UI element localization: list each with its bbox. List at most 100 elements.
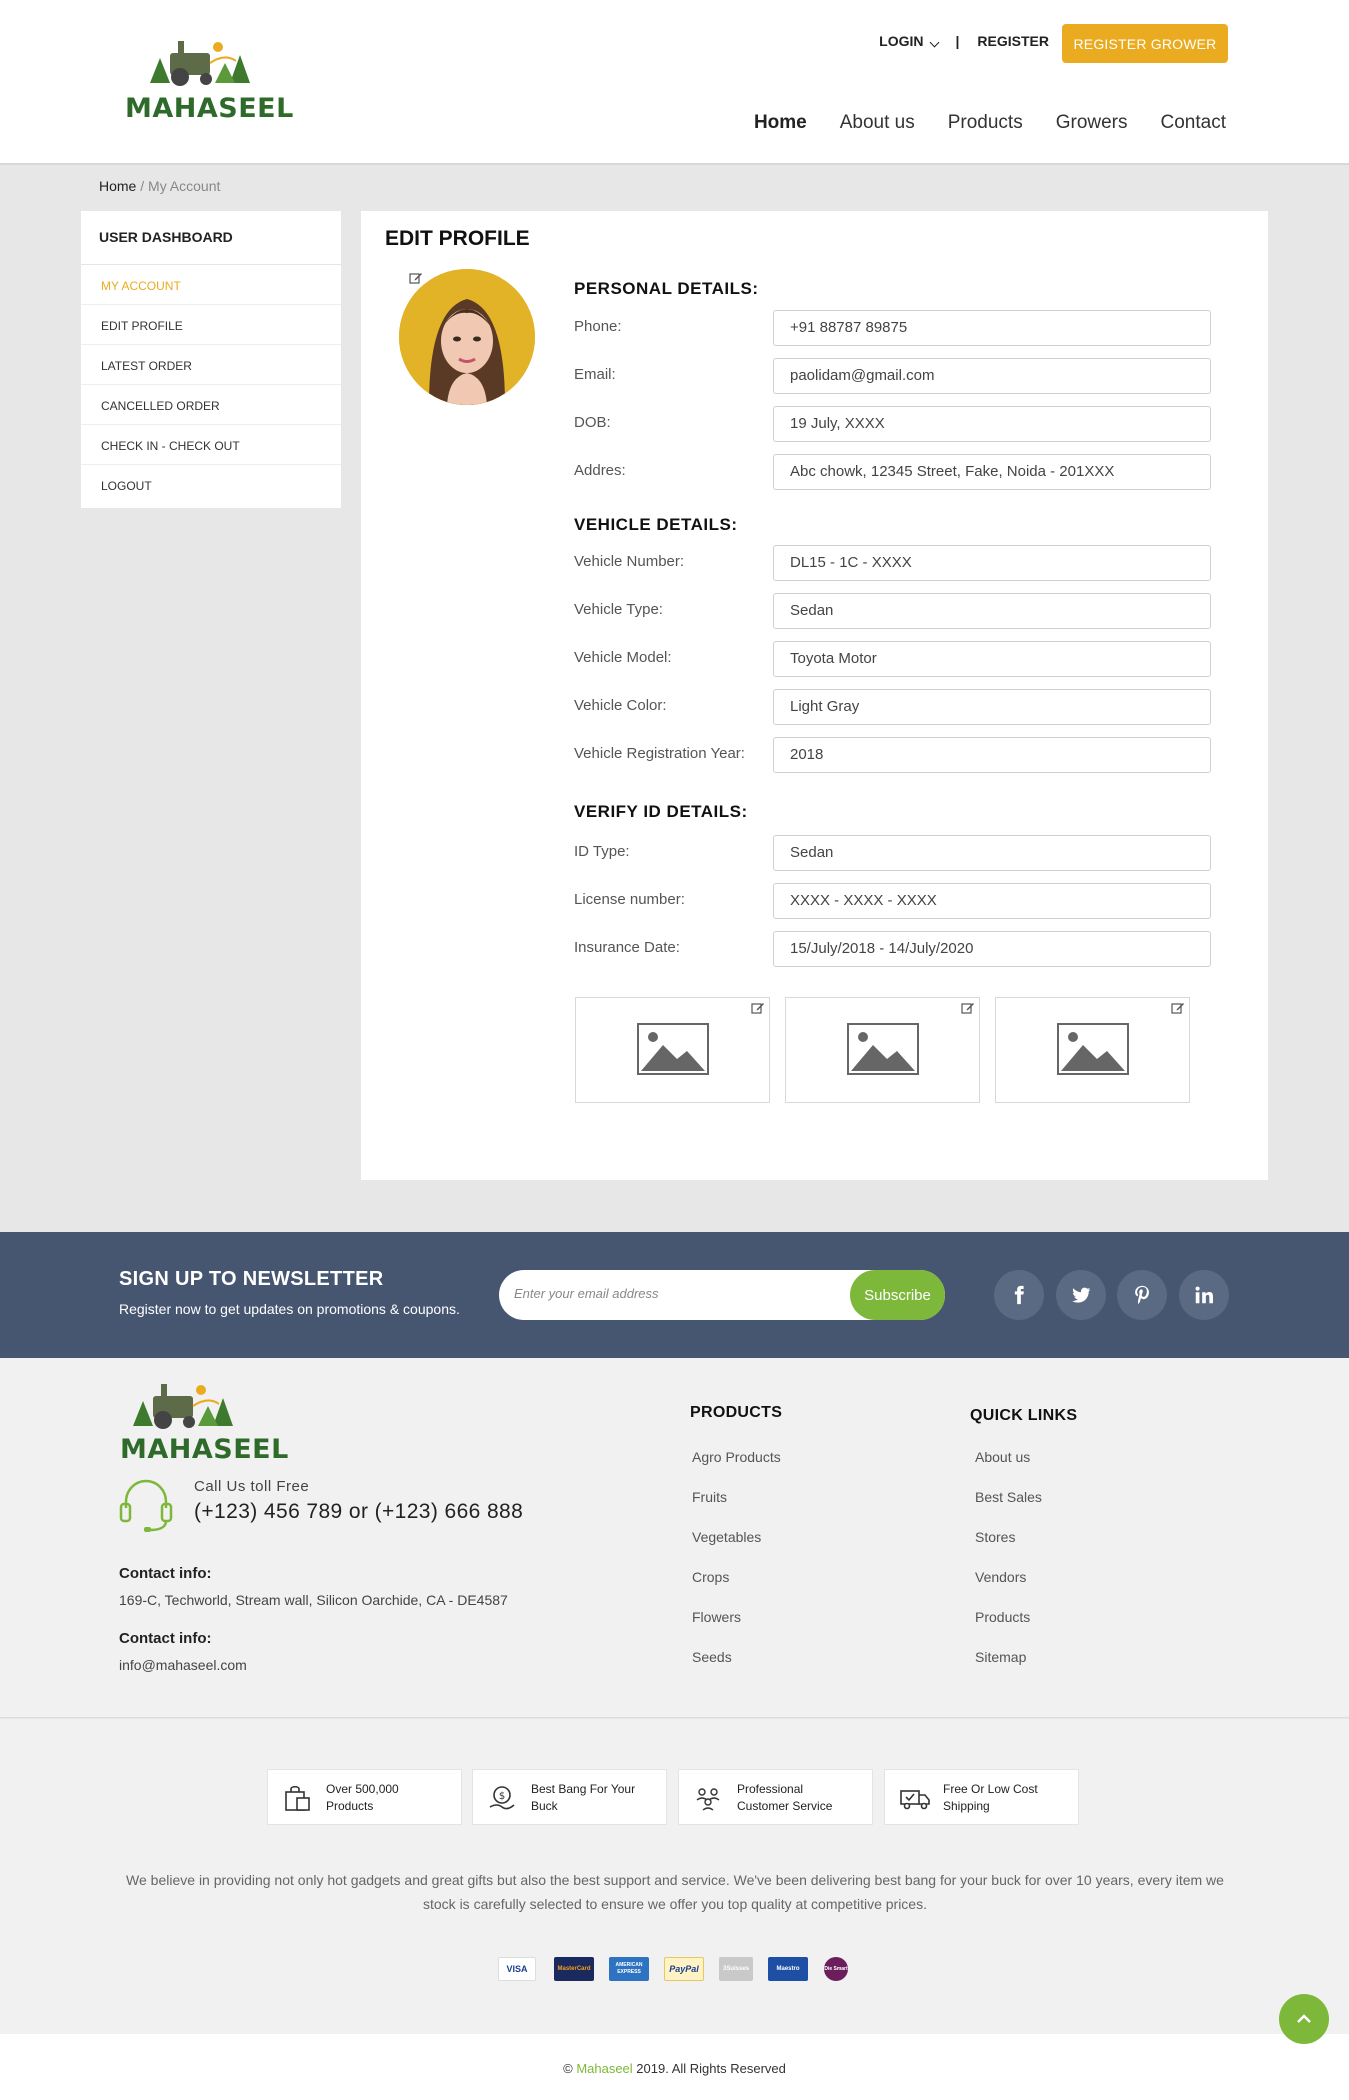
twitter-icon	[1072, 1287, 1091, 1303]
footer-logo[interactable]: MAHASEEL	[118, 1376, 288, 1466]
login-label: LOGIN	[879, 33, 924, 49]
vehicle-model-field[interactable]: Toyota Motor	[773, 641, 1211, 677]
footer-link-about-us[interactable]: About us	[975, 1449, 1030, 1465]
linkedin-button[interactable]	[1179, 1270, 1229, 1320]
edit-icon[interactable]	[409, 271, 423, 285]
nav-growers[interactable]: Growers	[1056, 112, 1128, 134]
breadcrumb-sep: /	[136, 178, 149, 194]
footer-link-best-sales[interactable]: Best Sales	[975, 1489, 1042, 1505]
feature-line2: Customer Service	[737, 1799, 833, 1813]
die-smart-icon: Die Smart	[824, 1957, 848, 1981]
footer-link-agro-products[interactable]: Agro Products	[692, 1449, 781, 1465]
license-number-field[interactable]: XXXX - XXXX - XXXX	[773, 883, 1211, 919]
visa-icon: VISA	[498, 1957, 536, 1981]
dob-field[interactable]: 19 July, XXXX	[773, 406, 1211, 442]
nav-about-us[interactable]: About us	[840, 112, 915, 134]
email-row: Email: paolidam@gmail.com	[574, 358, 1221, 394]
footer-link-flowers[interactable]: Flowers	[692, 1609, 741, 1625]
dob-row: DOB: 19 July, XXXX	[574, 406, 1221, 442]
footer-link-stores[interactable]: Stores	[975, 1529, 1015, 1545]
features-section: Over 500,000 Products $ Best Bang For You…	[0, 1719, 1349, 2034]
truck-icon	[900, 1790, 930, 1810]
feature-customer-service: Professional Customer Service	[678, 1769, 873, 1825]
call-number[interactable]: (+123) 456 789 or (+123) 666 888	[194, 1500, 523, 1524]
email-field[interactable]: paolidam@gmail.com	[773, 358, 1211, 394]
edit-icon[interactable]	[961, 1001, 975, 1015]
footer-link-sitemap[interactable]: Sitemap	[975, 1649, 1026, 1665]
svg-text:$: $	[499, 1791, 505, 1802]
vehicle-type-row: Vehicle Type: Sedan	[574, 593, 1221, 629]
vehicle-registration-year-label: Vehicle Registration Year:	[574, 745, 745, 762]
copyright-prefix: ©	[563, 2061, 577, 2076]
contact-email[interactable]: info@mahaseel.com	[119, 1657, 247, 1673]
about-text: We believe in providing not only hot gad…	[126, 1872, 1224, 1912]
vehicle-model-row: Vehicle Model: Toyota Motor	[574, 641, 1221, 677]
mastercard-icon: MasterCard	[554, 1957, 594, 1981]
document-upload-2[interactable]	[785, 997, 980, 1103]
newsletter-email-input[interactable]: Enter your email address	[514, 1286, 659, 1301]
breadcrumb-current: My Account	[148, 178, 221, 194]
image-placeholder-icon	[847, 1023, 919, 1075]
sidebar-item-logout[interactable]: LOGOUT	[81, 465, 341, 505]
pinterest-icon	[1135, 1285, 1149, 1305]
vehicle-color-row: Vehicle Color: Light Gray	[574, 689, 1221, 725]
phone-field[interactable]: +91 88787 89875	[773, 310, 1211, 346]
nav-products[interactable]: Products	[948, 112, 1023, 134]
sidebar-item-edit-profile[interactable]: EDIT PROFILE	[81, 305, 341, 345]
nav-home[interactable]: Home	[754, 112, 807, 134]
footer-link-products[interactable]: Products	[975, 1609, 1030, 1625]
edit-icon[interactable]	[751, 1001, 765, 1015]
site-logo[interactable]: MAHASEEL	[120, 33, 293, 125]
email-label: Email:	[574, 366, 616, 383]
footer-link-vegetables[interactable]: Vegetables	[692, 1529, 761, 1545]
vehicle-color-field[interactable]: Light Gray	[773, 689, 1211, 725]
vehicle-registration-year-field[interactable]: 2018	[773, 737, 1211, 773]
footer-link-seeds[interactable]: Seeds	[692, 1649, 732, 1665]
sidebar-item-my-account[interactable]: MY ACCOUNT	[81, 265, 341, 305]
nav-contact[interactable]: Contact	[1161, 112, 1226, 134]
quick-links-title: QUICK LINKS	[970, 1407, 1078, 1424]
subscribe-button[interactable]: Subscribe	[850, 1270, 945, 1320]
document-upload-3[interactable]	[995, 997, 1190, 1103]
pinterest-button[interactable]	[1117, 1270, 1167, 1320]
register-grower-button[interactable]: REGISTER GROWER	[1062, 24, 1228, 63]
site-footer: MAHASEEL Call Us toll Free (+123) 456 78…	[0, 1358, 1349, 1718]
facebook-button[interactable]	[994, 1270, 1044, 1320]
scroll-to-top-button[interactable]	[1279, 1994, 1329, 2044]
image-placeholder-icon	[637, 1023, 709, 1075]
sidebar-item-check-in-check-out[interactable]: CHECK IN - CHECK OUT	[81, 425, 341, 465]
copyright-brand-link[interactable]: Mahaseel	[576, 2061, 632, 2076]
sidebar-item-cancelled-order[interactable]: CANCELLED ORDER	[81, 385, 341, 425]
money-hand-icon: $	[489, 1786, 515, 1810]
sidebar-item-latest-order[interactable]: LATEST ORDER	[81, 345, 341, 385]
logo-text: MAHASEEL	[125, 93, 294, 124]
verify-id-details-title: VERIFY ID DETAILS:	[574, 802, 748, 821]
feature-line1: Free Or Low Cost	[943, 1782, 1038, 1796]
id-type-field[interactable]: Sedan	[773, 835, 1211, 871]
footer-link-vendors[interactable]: Vendors	[975, 1569, 1026, 1585]
register-link[interactable]: REGISTER	[977, 33, 1049, 49]
vehicle-number-label: Vehicle Number:	[574, 553, 685, 570]
address-field[interactable]: Abc chowk, 12345 Street, Fake, Noida - 2…	[773, 454, 1211, 490]
id-type-row: ID Type: Sedan	[574, 835, 1221, 871]
footer-link-crops[interactable]: Crops	[692, 1569, 729, 1585]
vehicle-type-field[interactable]: Sedan	[773, 593, 1211, 629]
login-link[interactable]: LOGIN	[879, 33, 939, 49]
avatar	[399, 269, 535, 405]
contact-info-label: Contact info:	[119, 1565, 212, 1582]
edit-profile-panel: EDIT PROFILE PERSONAL DETAILS: Phone: +9…	[361, 211, 1268, 1180]
phone-label: Phone:	[574, 318, 622, 335]
paypal-icon: PayPal	[664, 1957, 704, 1981]
products-title: PRODUCTS	[690, 1404, 783, 1421]
vehicle-number-field[interactable]: DL15 - 1C - XXXX	[773, 545, 1211, 581]
edit-icon[interactable]	[1171, 1001, 1185, 1015]
insurance-date-field[interactable]: 15/July/2018 - 14/July/2020	[773, 931, 1211, 967]
copyright-bar: © Mahaseel 2019. All Rights Reserved	[0, 2034, 1349, 2100]
twitter-button[interactable]	[1056, 1270, 1106, 1320]
contact-address: 169-C, Techworld, Stream wall, Silicon O…	[119, 1592, 508, 1608]
license-number-label: License number:	[574, 891, 685, 908]
user-dashboard-sidebar: USER DASHBOARD MY ACCOUNT EDIT PROFILE L…	[81, 211, 341, 508]
breadcrumb-home[interactable]: Home	[99, 178, 136, 194]
footer-link-fruits[interactable]: Fruits	[692, 1489, 727, 1505]
document-upload-1[interactable]	[575, 997, 770, 1103]
